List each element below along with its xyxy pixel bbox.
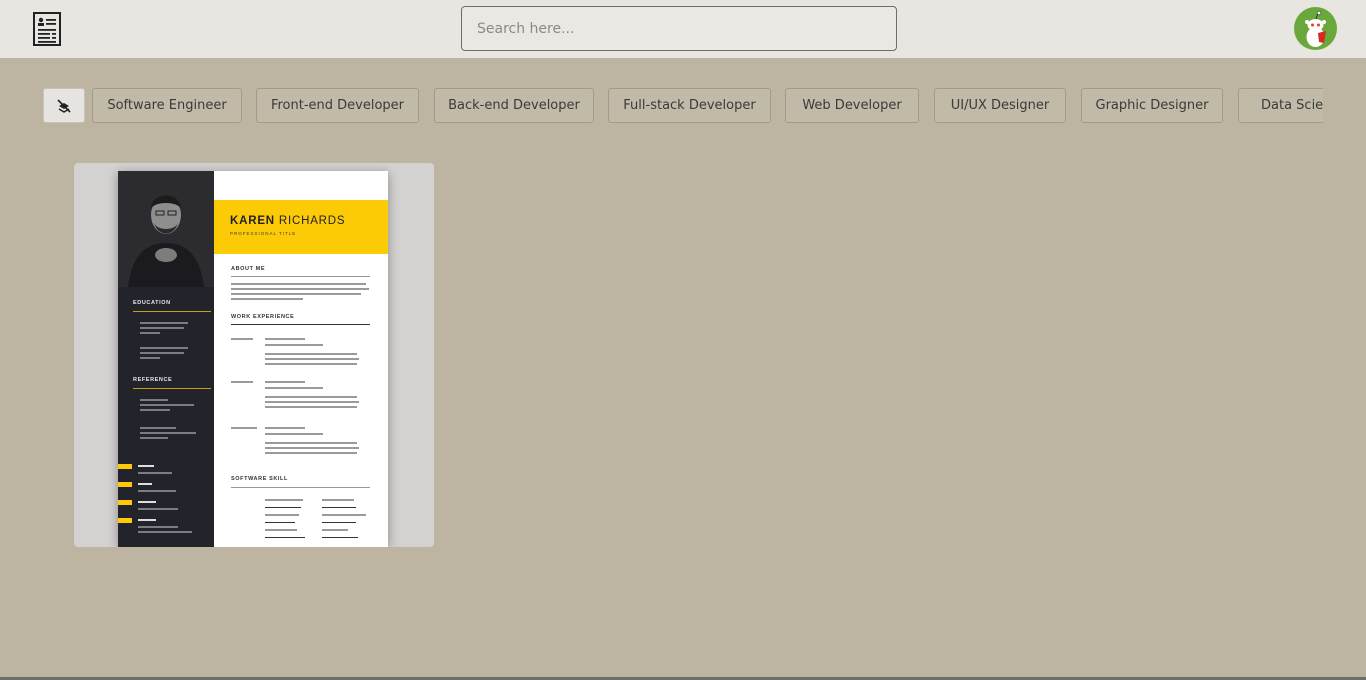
text-line (265, 452, 357, 454)
text-line (265, 442, 357, 444)
chip-full-stack-developer[interactable]: Full-stack Developer (608, 88, 771, 123)
text-line (138, 531, 192, 533)
text-line (265, 338, 305, 340)
text-line (265, 406, 357, 408)
text-line (140, 399, 168, 401)
text-line (265, 381, 305, 383)
work-experience-heading: WORK EXPERIENCE (231, 314, 295, 320)
text-line (140, 352, 184, 354)
text-line (138, 508, 178, 510)
divider (265, 507, 301, 508)
chip-ui-ux-designer[interactable]: UI/UX Designer (934, 88, 1066, 123)
divider (322, 507, 356, 508)
resume-thumbnail: EDUCATION REFERENCE KAREN RICHARDS PROFE… (118, 171, 388, 547)
resume-first-name: KAREN (230, 215, 275, 227)
chip-web-developer[interactable]: Web Developer (785, 88, 919, 123)
chip-data-scientist[interactable]: Data Scientist (1238, 88, 1323, 123)
text-line (322, 499, 354, 501)
resume-document-icon[interactable] (33, 12, 61, 46)
text-line (265, 344, 323, 346)
accent-bar (118, 482, 132, 487)
text-line (140, 332, 160, 334)
text-line (138, 472, 172, 474)
chip-graphic-designer[interactable]: Graphic Designer (1081, 88, 1223, 123)
accent-bar (118, 518, 132, 523)
accent-bar (118, 464, 132, 469)
text-line (140, 347, 188, 349)
contact-phone (138, 465, 154, 467)
text-line (138, 526, 178, 528)
reference-heading: REFERENCE (133, 377, 173, 383)
text-line (265, 529, 297, 531)
resume-sidebar: EDUCATION REFERENCE (118, 171, 214, 547)
resume-last-name: RICHARDS (278, 215, 346, 227)
text-line (231, 283, 366, 285)
text-line (265, 387, 323, 389)
text-line (140, 427, 176, 429)
chip-front-end-developer[interactable]: Front-end Developer (256, 88, 419, 123)
top-bar (0, 0, 1366, 59)
text-line (265, 401, 359, 403)
text-line (231, 293, 361, 295)
text-line (231, 427, 257, 429)
divider (265, 522, 295, 523)
text-line (265, 433, 323, 435)
avatar[interactable] (1294, 7, 1337, 50)
filter-off-icon[interactable] (43, 88, 85, 123)
text-line (265, 447, 359, 449)
resume-professional-title: PROFESSIONAL TITLE (230, 231, 297, 236)
resume-name: KAREN RICHARDS (230, 215, 345, 227)
text-line (140, 322, 188, 324)
accent-bar (118, 500, 132, 505)
divider (265, 537, 305, 538)
text-line (265, 427, 305, 429)
divider (322, 537, 358, 538)
text-line (231, 298, 303, 300)
contact-address (138, 519, 156, 521)
profile-photo (118, 171, 214, 287)
text-line (140, 409, 170, 411)
text-line (231, 338, 253, 340)
text-line (140, 437, 168, 439)
text-line (140, 404, 194, 406)
text-line (322, 529, 348, 531)
text-line (265, 358, 359, 360)
search-input[interactable] (461, 6, 897, 51)
text-line (140, 357, 160, 359)
chip-software-engineer[interactable]: Software Engineer (92, 88, 242, 123)
divider (133, 388, 211, 389)
contact-website (138, 501, 156, 503)
text-line (140, 327, 184, 329)
text-line (140, 432, 196, 434)
text-line (322, 514, 366, 516)
divider (231, 276, 370, 277)
resume-header: KAREN RICHARDS PROFESSIONAL TITLE (214, 200, 388, 254)
divider (322, 522, 356, 523)
contact-email (138, 483, 152, 485)
divider (231, 487, 370, 488)
text-line (231, 381, 253, 383)
about-me-heading: ABOUT ME (231, 266, 266, 272)
text-line (231, 288, 369, 290)
education-heading: EDUCATION (133, 300, 171, 306)
chip-back-end-developer[interactable]: Back-end Developer (434, 88, 594, 123)
text-line (265, 363, 357, 365)
resume-template-card[interactable]: EDUCATION REFERENCE KAREN RICHARDS PROFE… (74, 163, 434, 547)
divider (231, 324, 370, 325)
software-skill-heading: SOFTWARE SKILL (231, 476, 288, 482)
text-line (265, 396, 357, 398)
text-line (265, 353, 357, 355)
text-line (265, 514, 299, 516)
divider (133, 311, 211, 312)
category-filter-bar: Software Engineer Front-end Developer Ba… (43, 88, 1323, 124)
text-line (265, 499, 303, 501)
text-line (138, 490, 176, 492)
